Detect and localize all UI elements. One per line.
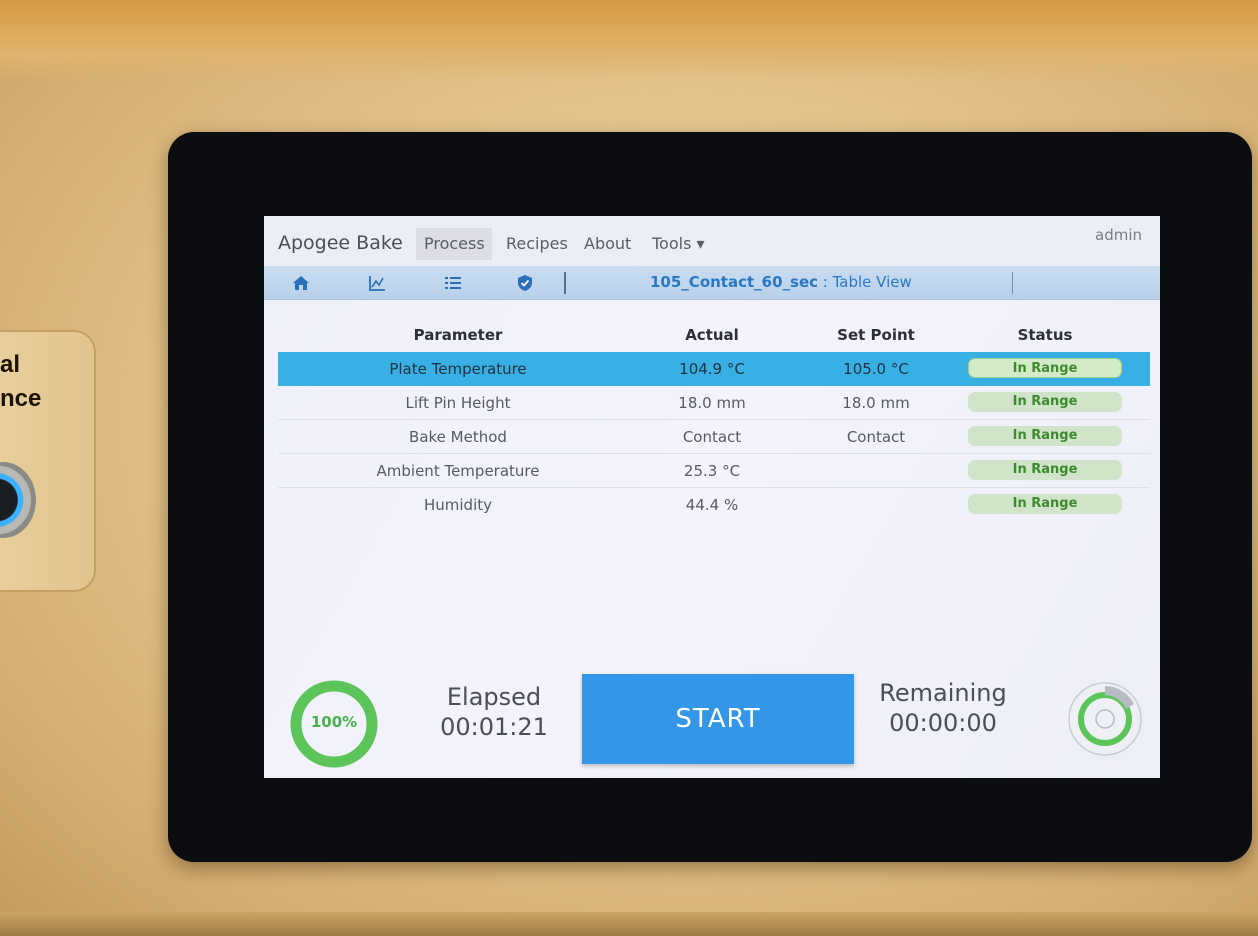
chart-icon[interactable] — [368, 274, 386, 292]
set-point-cell: 105.0 °C — [843, 360, 909, 378]
toolbar-divider — [564, 272, 566, 294]
table-row[interactable]: Humidity 44.4 % In Range — [278, 488, 1150, 522]
recipe-view-title: 105_Contact_60_sec : Table View — [650, 273, 912, 291]
menu-item-process[interactable]: Process — [424, 234, 485, 253]
progress-ring: 100% — [288, 678, 380, 770]
column-header-actual: Actual — [685, 326, 739, 344]
menu-item-recipes[interactable]: Recipes — [506, 234, 568, 253]
wall-bottom-edge — [0, 912, 1258, 936]
actual-cell: 44.4 % — [685, 496, 739, 514]
step-progress-icon — [1068, 682, 1142, 756]
remaining-label: Remaining — [879, 679, 1007, 707]
recipe-name: 105_Contact_60_sec — [650, 273, 819, 291]
parameter-cell: Lift Pin Height — [405, 394, 511, 412]
view-name: Table View — [832, 273, 912, 291]
actual-cell: 104.9 °C — [679, 360, 745, 378]
status-badge: In Range — [968, 460, 1122, 480]
shield-check-icon[interactable] — [516, 274, 534, 292]
menu-item-about[interactable]: About — [584, 234, 631, 253]
remaining-timer: Remaining 00:00:00 — [868, 678, 1018, 738]
table-row[interactable]: Ambient Temperature 25.3 °C In Range — [278, 454, 1150, 488]
set-point-cell: 18.0 mm — [842, 394, 910, 412]
home-icon[interactable] — [292, 274, 310, 292]
menu-bar: Apogee Bake Process Recipes About Tools … — [264, 216, 1160, 266]
actual-cell: 18.0 mm — [678, 394, 746, 412]
app-title: Apogee Bake — [278, 232, 403, 254]
parameter-cell: Humidity — [423, 496, 492, 514]
wall-top-band — [0, 0, 1258, 80]
view-toolbar: 105_Contact_60_sec : Table View — [264, 266, 1160, 300]
column-header-set-point: Set Point — [837, 326, 915, 344]
toolbar-divider-right — [1012, 272, 1013, 294]
remaining-value: 00:00:00 — [889, 709, 997, 737]
user-name[interactable]: admin — [1095, 226, 1142, 244]
view-separator: : — [818, 273, 833, 291]
status-badge: In Range — [968, 494, 1122, 514]
table-row[interactable]: Bake Method Contact Contact In Range — [278, 420, 1150, 454]
set-point-cell: Contact — [846, 428, 906, 446]
table-row[interactable]: Lift Pin Height 18.0 mm 18.0 mm In Range — [278, 386, 1150, 420]
side-panel-label: al nce — [0, 351, 42, 412]
actual-cell: 25.3 °C — [683, 462, 741, 480]
status-badge: In Range — [968, 426, 1122, 446]
table-row[interactable]: Plate Temperature 104.9 °C 105.0 °C In R… — [278, 352, 1150, 386]
elapsed-timer: Elapsed 00:01:21 — [434, 682, 554, 742]
progress-percent: 100% — [310, 713, 358, 731]
touchscreen-display: Apogee Bake Process Recipes About Tools … — [264, 216, 1160, 778]
parameter-cell: Plate Temperature — [389, 360, 527, 378]
menu-item-tools[interactable]: Tools ▾ — [652, 234, 705, 253]
elapsed-value: 00:01:21 — [440, 713, 548, 741]
list-icon[interactable] — [444, 274, 462, 292]
parameter-cell: Ambient Temperature — [376, 462, 540, 480]
actual-cell: Contact — [682, 428, 742, 446]
start-button[interactable]: START — [582, 674, 854, 764]
elapsed-label: Elapsed — [446, 683, 542, 711]
status-badge: In Range — [968, 358, 1122, 378]
parameter-cell: Bake Method — [409, 428, 507, 446]
column-header-status: Status — [1017, 326, 1073, 344]
status-badge: In Range — [968, 392, 1122, 412]
column-header-parameter: Parameter — [413, 326, 503, 344]
